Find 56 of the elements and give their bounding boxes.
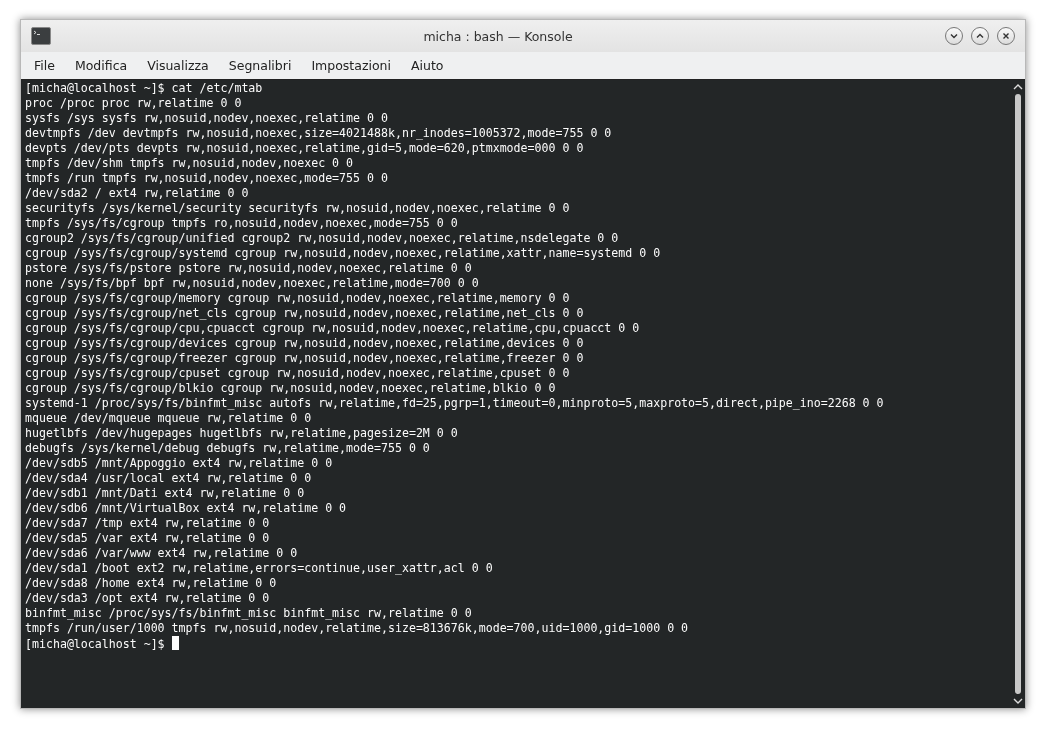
menu-item[interactable]: Modifica (65, 55, 137, 76)
scrollbar-thumb[interactable] (1015, 94, 1021, 694)
scroll-up-icon[interactable] (1013, 83, 1023, 90)
window-title: micha : bash — Konsole (422, 28, 574, 44)
menu-item[interactable]: Segnalibri (219, 55, 301, 76)
close-button[interactable] (997, 27, 1015, 45)
terminal-line: /dev/sdb5 /mnt/Appoggio ext4 rw,relatime 0 0 (25, 456, 334, 471)
terminal-line: cgroup /sys/fs/cgroup/blkio cgroup rw,nosuid,nodev,noexec,relatime,blkio 0 0 (25, 381, 557, 396)
minimize-button[interactable] (945, 27, 963, 45)
terminal-line: proc /proc proc rw,relatime 0 0 (25, 96, 243, 111)
terminal-line: binfmt_misc /proc/sys/fs/binfmt_misc binfmt_misc rw,relatime 0 0 (25, 606, 473, 621)
menu-item[interactable]: Impostazioni (302, 55, 400, 76)
terminal-line: cgroup /sys/fs/cgroup/net_cls cgroup rw,nosuid,nodev,noexec,relatime,net_cls 0 0 (25, 306, 585, 321)
terminal-line: devtmpfs /dev devtmpfs rw,nosuid,noexec,size=4021488k,nr_inodes=1005372,mode=755 0 0 (25, 126, 613, 141)
caret-up-icon (975, 31, 985, 41)
maximize-button[interactable] (971, 27, 989, 45)
terminal-line: pstore /sys/fs/pstore pstore rw,nosuid,nodev,noexec,relatime 0 0 (25, 261, 473, 276)
scroll-down-icon[interactable] (1013, 698, 1023, 705)
terminal-line: /dev/sda6 /var/www ext4 rw,relatime 0 0 (25, 546, 299, 561)
terminal-line: tmpfs /run tmpfs rw,nosuid,nodev,noexec,mode=755 0 0 (25, 171, 389, 186)
terminal-line: [micha@localhost ~]$ cat /etc/mtab (25, 81, 264, 96)
terminal-line: cgroup /sys/fs/cgroup/cpuset cgroup rw,nosuid,nodev,noexec,relatime,cpuset 0 0 (25, 366, 571, 381)
terminal-line: tmpfs /dev/shm tmpfs rw,nosuid,nodev,noexec 0 0 (25, 156, 355, 171)
terminal-line: cgroup /sys/fs/cgroup/systemd cgroup rw,nosuid,nodev,noexec,relatime,xattr,name=systemd 0 0 (25, 246, 662, 261)
terminal-icon (31, 27, 51, 45)
terminal-line: /dev/sda5 /var ext4 rw,relatime 0 0 (25, 531, 271, 546)
menu-item[interactable]: Visualizza (138, 55, 218, 76)
menu-item[interactable]: Aiuto (402, 55, 453, 76)
terminal-line: debugfs /sys/kernel/debug debugfs rw,relatime,mode=755 0 0 (25, 441, 431, 456)
terminal-line: systemd-1 /proc/sys/fs/binfmt_misc autofs rw,relatime,fd=25,pgrp=1,timeout=0,minproto=5,maxproto=5,direct,pipe_ino=2268 0 0 (25, 396, 885, 411)
menu-item[interactable]: File (25, 55, 64, 76)
terminal-line: /dev/sda2 / ext4 rw,relatime 0 0 (25, 186, 250, 201)
terminal-line: /dev/sdb6 /mnt/VirtualBox ext4 rw,relatime 0 0 (25, 501, 348, 516)
terminal-line: cgroup2 /sys/fs/cgroup/unified cgroup2 rw,nosuid,nodev,noexec,relatime,nsdelegate 0 0 (25, 231, 620, 246)
terminal-line: devpts /dev/pts devpts rw,nosuid,noexec,relatime,gid=5,mode=620,ptmxmode=000 0 0 (25, 141, 585, 156)
terminal-line: /dev/sdb1 /mnt/Dati ext4 rw,relatime 0 0 (25, 486, 306, 501)
terminal-line: cgroup /sys/fs/cgroup/cpu,cpuacct cgroup rw,nosuid,nodev,noexec,relatime,cpu,cpuacct 0 0 (25, 321, 641, 336)
terminal-line: sysfs /sys sysfs rw,nosuid,nodev,noexec,relatime 0 0 (25, 111, 389, 126)
text-cursor (171, 636, 179, 650)
terminal-line: tmpfs /sys/fs/cgroup tmpfs ro,nosuid,nodev,noexec,mode=755 0 0 (25, 216, 459, 231)
close-icon (1001, 31, 1011, 41)
terminal-line: cgroup /sys/fs/cgroup/freezer cgroup rw,nosuid,nodev,noexec,relatime,freezer 0 0 (25, 351, 585, 366)
terminal-line: /dev/sda3 /opt ext4 rw,relatime 0 0 (25, 591, 271, 606)
terminal-line: none /sys/fs/bpf bpf rw,nosuid,nodev,noexec,relatime,mode=700 0 0 (25, 276, 480, 291)
terminal-line: hugetlbfs /dev/hugepages hugetlbfs rw,relatime,pagesize=2M 0 0 (25, 426, 459, 441)
terminal-line: cgroup /sys/fs/cgroup/memory cgroup rw,nosuid,nodev,noexec,relatime,memory 0 0 (25, 291, 571, 306)
terminal-line: /dev/sda4 /usr/local ext4 rw,relatime 0 0 (25, 471, 313, 486)
terminal-line: /dev/sda1 /boot ext2 rw,relatime,errors=continue,user_xattr,acl 0 0 (25, 561, 494, 576)
terminal-line: securityfs /sys/kernel/security securityfs rw,nosuid,nodev,noexec,relatime 0 0 (25, 201, 571, 216)
terminal-line: tmpfs /run/user/1000 tmpfs rw,nosuid,nodev,relatime,size=813676k,mode=700,uid=1000,gid=1000 0 0 (25, 621, 690, 636)
terminal-line: cgroup /sys/fs/cgroup/devices cgroup rw,nosuid,nodev,noexec,relatime,devices 0 0 (25, 336, 585, 351)
terminal-prompt: [micha@localhost ~]$ (25, 637, 165, 651)
caret-down-icon (949, 31, 959, 41)
terminal-line: mqueue /dev/mqueue mqueue rw,relatime 0 0 (25, 411, 313, 426)
terminal-line: /dev/sda7 /tmp ext4 rw,relatime 0 0 (25, 516, 271, 531)
terminal-line: /dev/sda8 /home ext4 rw,relatime 0 0 (25, 576, 278, 591)
